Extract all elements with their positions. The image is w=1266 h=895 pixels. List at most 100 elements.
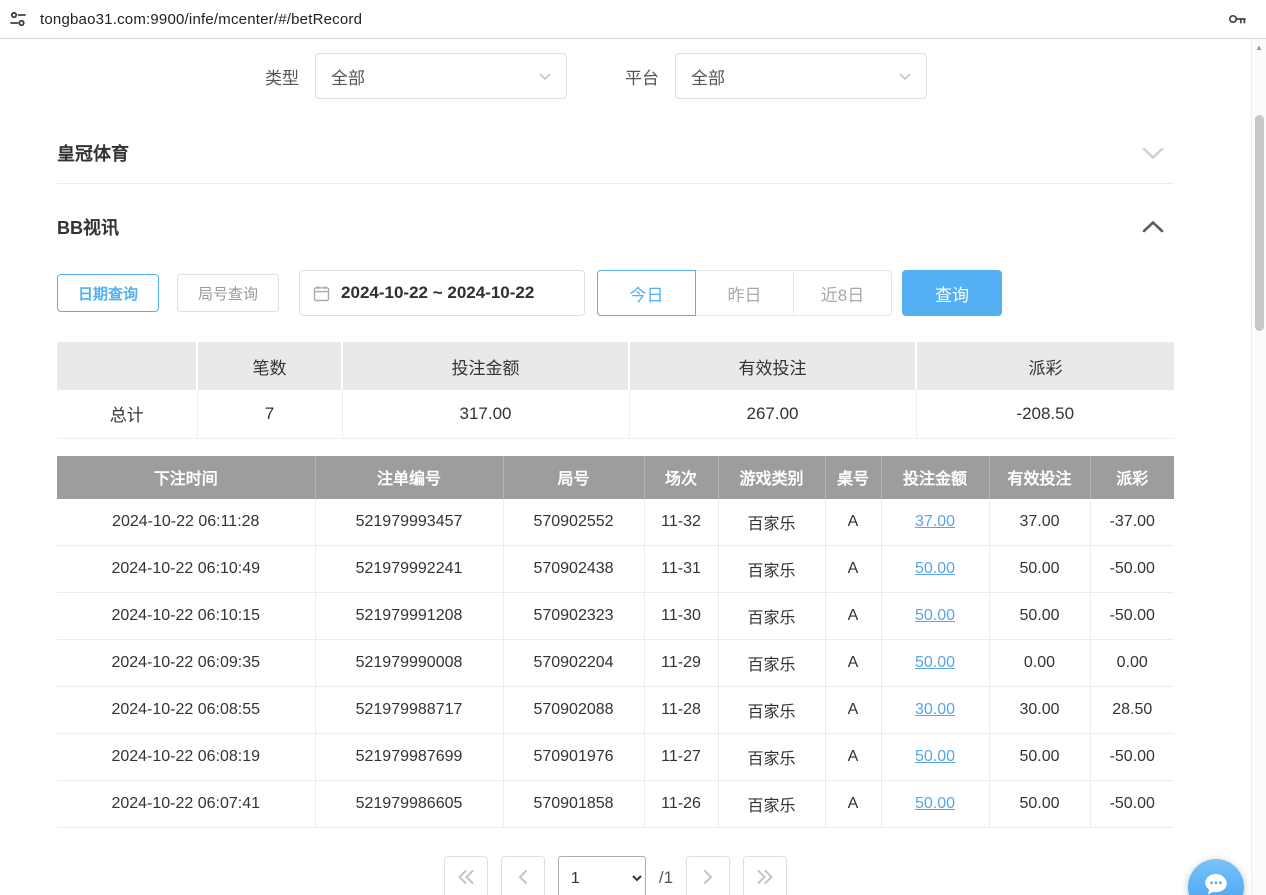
cell-valid-bet: 50.00 xyxy=(989,781,1090,828)
cell-round-id: 570902438 xyxy=(503,546,644,593)
first-page-button[interactable] xyxy=(444,856,488,895)
cell-table-no: A xyxy=(825,781,881,828)
scrollbar-thumb[interactable] xyxy=(1255,115,1264,331)
last-page-button[interactable] xyxy=(743,856,787,895)
date-range-input[interactable]: 2024-10-22 ~ 2024-10-22 xyxy=(299,270,585,316)
table-row: 2024-10-22 06:08:19521979987699570901976… xyxy=(57,734,1174,781)
section-bb-video[interactable]: BB视讯 xyxy=(57,184,1174,270)
cell-round-id: 570902323 xyxy=(503,593,644,640)
cell-payout: 0.00 xyxy=(1090,640,1174,687)
table-row: 2024-10-22 06:07:41521979986605570901858… xyxy=(57,781,1174,828)
col-header-payout: 派彩 xyxy=(1090,456,1174,499)
bet-amount-link[interactable]: 30.00 xyxy=(915,701,955,718)
platform-select-value: 全部 xyxy=(691,64,899,89)
url-text: tongbao31.com:9900/infe/mcenter/#/betRec… xyxy=(40,11,362,28)
summary-header-valid-bet: 有效投注 xyxy=(629,342,916,390)
chevron-up-icon[interactable] xyxy=(1142,221,1174,233)
cell-session: 11-29 xyxy=(644,640,718,687)
bet-amount-link[interactable]: 50.00 xyxy=(915,607,955,624)
round-query-tab[interactable]: 局号查询 xyxy=(177,274,279,312)
scroll-up-arrow[interactable]: ▲ xyxy=(1252,39,1266,55)
chat-bubble-icon xyxy=(1201,870,1231,895)
bet-amount-link[interactable]: 50.00 xyxy=(915,795,955,812)
chevron-down-icon xyxy=(539,73,551,80)
summary-count-value: 7 xyxy=(197,390,342,438)
browser-profile-icon[interactable] xyxy=(8,9,28,29)
bet-amount-link[interactable]: 50.00 xyxy=(915,560,955,577)
table-row: 2024-10-22 06:10:15521979991208570902323… xyxy=(57,593,1174,640)
chevron-down-icon[interactable] xyxy=(1142,147,1174,159)
table-row: 2024-10-22 06:09:35521979990008570902204… xyxy=(57,640,1174,687)
cell-bet-amount: 50.00 xyxy=(881,593,989,640)
bet-table-header-row: 下注时间 注单编号 局号 场次 游戏类别 桌号 投注金额 有效投注 派彩 xyxy=(57,456,1174,499)
section-title: BB视讯 xyxy=(57,214,119,240)
today-button[interactable]: 今日 xyxy=(597,270,696,316)
summary-header-bet-amount: 投注金额 xyxy=(342,342,629,390)
date-query-tab[interactable]: 日期查询 xyxy=(57,274,159,312)
scrollbar[interactable]: ▲ xyxy=(1251,39,1266,895)
double-chevron-left-icon xyxy=(457,870,475,887)
page-select[interactable]: 1 xyxy=(558,856,646,895)
search-button[interactable]: 查询 xyxy=(902,270,1002,316)
cell-table-no: A xyxy=(825,734,881,781)
cell-session: 11-30 xyxy=(644,593,718,640)
double-chevron-right-icon xyxy=(756,870,774,887)
cell-session: 11-31 xyxy=(644,546,718,593)
cell-game-type: 百家乐 xyxy=(718,546,825,593)
section-title: 皇冠体育 xyxy=(57,140,129,166)
chevron-right-icon xyxy=(701,870,715,887)
calendar-icon xyxy=(313,285,330,302)
prev-page-button[interactable] xyxy=(501,856,545,895)
cell-table-no: A xyxy=(825,593,881,640)
summary-total-label: 总计 xyxy=(57,390,197,438)
yesterday-button[interactable]: 昨日 xyxy=(695,270,794,316)
cell-bet-time: 2024-10-22 06:07:41 xyxy=(57,781,315,828)
cell-round-id: 570902088 xyxy=(503,687,644,734)
summary-payout-value: -208.50 xyxy=(916,390,1174,438)
summary-total-row: 总计 7 317.00 267.00 -208.50 xyxy=(57,390,1174,438)
table-row: 2024-10-22 06:11:28521979993457570902552… xyxy=(57,499,1174,546)
cell-round-id: 570901858 xyxy=(503,781,644,828)
col-header-session: 场次 xyxy=(644,456,718,499)
type-select-value: 全部 xyxy=(331,64,539,89)
cell-bet-time: 2024-10-22 06:08:55 xyxy=(57,687,315,734)
cell-bet-time: 2024-10-22 06:09:35 xyxy=(57,640,315,687)
col-header-game-type: 游戏类别 xyxy=(718,456,825,499)
section-crown-sports[interactable]: 皇冠体育 xyxy=(57,123,1174,184)
cell-round-id: 570902552 xyxy=(503,499,644,546)
next-page-button[interactable] xyxy=(686,856,730,895)
bet-amount-link[interactable]: 50.00 xyxy=(915,654,955,671)
cell-valid-bet: 50.00 xyxy=(989,593,1090,640)
table-row: 2024-10-22 06:10:49521979992241570902438… xyxy=(57,546,1174,593)
cell-bet-amount: 37.00 xyxy=(881,499,989,546)
cell-bet-time: 2024-10-22 06:10:15 xyxy=(57,593,315,640)
bet-amount-link[interactable]: 50.00 xyxy=(915,748,955,765)
cell-payout: -50.00 xyxy=(1090,593,1174,640)
cell-bet-time: 2024-10-22 06:10:49 xyxy=(57,546,315,593)
key-icon[interactable] xyxy=(1226,8,1248,30)
cell-game-type: 百家乐 xyxy=(718,593,825,640)
cell-valid-bet: 50.00 xyxy=(989,734,1090,781)
cell-payout: -37.00 xyxy=(1090,499,1174,546)
cell-bet-amount: 50.00 xyxy=(881,640,989,687)
cell-game-type: 百家乐 xyxy=(718,687,825,734)
col-header-valid-bet: 有效投注 xyxy=(989,456,1090,499)
cell-valid-bet: 0.00 xyxy=(989,640,1090,687)
browser-address-bar[interactable]: tongbao31.com:9900/infe/mcenter/#/betRec… xyxy=(0,0,1266,39)
cell-valid-bet: 37.00 xyxy=(989,499,1090,546)
cell-order-id: 521979993457 xyxy=(315,499,503,546)
cell-table-no: A xyxy=(825,687,881,734)
platform-select[interactable]: 全部 xyxy=(675,53,927,99)
cell-bet-amount: 30.00 xyxy=(881,687,989,734)
last-8-days-button[interactable]: 近8日 xyxy=(793,270,892,316)
table-row: 2024-10-22 06:08:55521979988717570902088… xyxy=(57,687,1174,734)
cell-session: 11-26 xyxy=(644,781,718,828)
type-select[interactable]: 全部 xyxy=(315,53,567,99)
cell-order-id: 521979988717 xyxy=(315,687,503,734)
col-header-order-id: 注单编号 xyxy=(315,456,503,499)
cell-round-id: 570901976 xyxy=(503,734,644,781)
cell-payout: 28.50 xyxy=(1090,687,1174,734)
bet-amount-link[interactable]: 37.00 xyxy=(915,513,955,530)
cell-session: 11-27 xyxy=(644,734,718,781)
summary-table: 笔数 投注金额 有效投注 派彩 总计 7 317.00 267.00 -208.… xyxy=(57,342,1174,439)
